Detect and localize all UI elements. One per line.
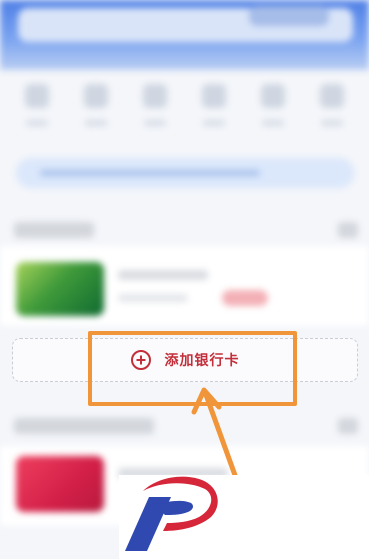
bank-card-image: [16, 456, 104, 512]
section-heading: [14, 222, 94, 238]
section-more-icon[interactable]: [338, 418, 358, 434]
quick-action-item[interactable]: [81, 84, 111, 144]
stylized-p-logo: [125, 476, 218, 551]
top-banner: [0, 0, 369, 70]
quick-actions-row: [0, 84, 369, 144]
info-strip[interactable]: [16, 158, 354, 188]
quick-action-item[interactable]: [317, 84, 347, 144]
bank-card-number: [118, 294, 188, 302]
bank-card-image: [16, 262, 104, 316]
bank-card-row[interactable]: [0, 246, 369, 326]
section-heading: [14, 418, 154, 434]
bank-card-badge: [222, 290, 268, 306]
section-more-icon[interactable]: [338, 222, 358, 238]
quick-action-item[interactable]: [258, 84, 288, 144]
quick-action-item[interactable]: [199, 84, 229, 144]
quick-action-item[interactable]: [140, 84, 170, 144]
quick-action-item[interactable]: [22, 84, 52, 144]
bank-card-name: [118, 270, 208, 280]
highlight-box: [88, 331, 297, 406]
banner-pill: [249, 6, 329, 26]
logo-panel: [119, 475, 369, 559]
